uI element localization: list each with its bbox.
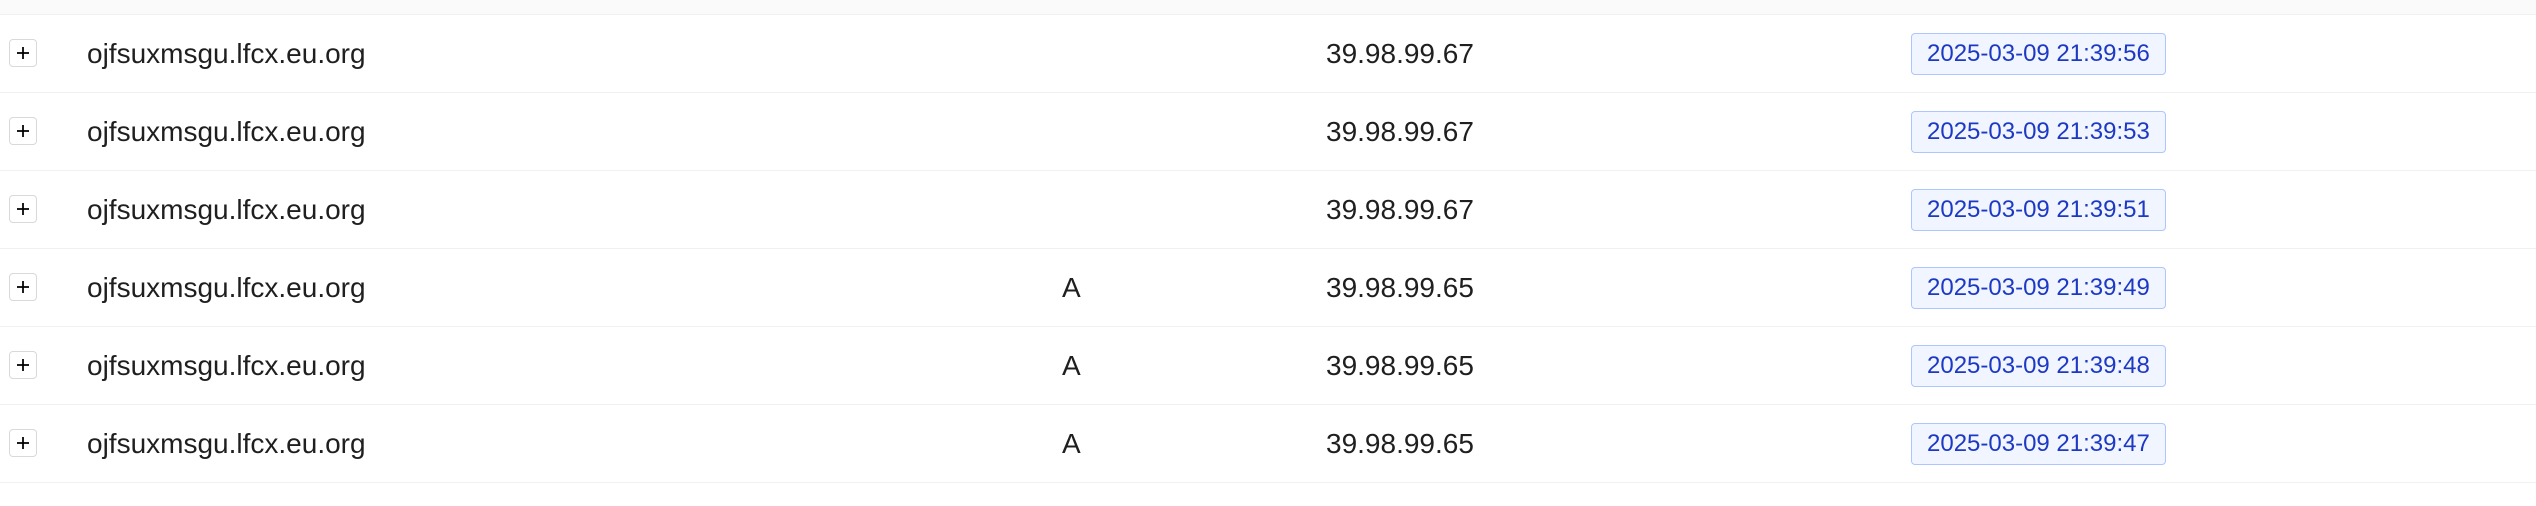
row-expand-button[interactable] [9, 117, 37, 145]
ip-address-cell: 39.98.99.65 [1326, 428, 1474, 459]
domain-cell: ojfsuxmsgu.lfcx.eu.org [87, 350, 366, 381]
ip-address-cell: 39.98.99.67 [1326, 38, 1474, 69]
table-header-strip [0, 0, 2536, 15]
timestamp-tag: 2025-03-09 21:39:48 [1911, 345, 2166, 387]
table-row: ojfsuxmsgu.lfcx.eu.org 39.98.99.67 2025-… [0, 171, 2536, 249]
timestamp-tag: 2025-03-09 21:39:53 [1911, 111, 2166, 153]
dns-log-table: ojfsuxmsgu.lfcx.eu.org 39.98.99.67 2025-… [0, 0, 2536, 506]
timestamp-tag: 2025-03-09 21:39:49 [1911, 267, 2166, 309]
record-type-cell: A [1062, 350, 1081, 381]
ip-address-cell: 39.98.99.67 [1326, 116, 1474, 147]
domain-cell: ojfsuxmsgu.lfcx.eu.org [87, 116, 366, 147]
timestamp-tag: 2025-03-09 21:39:47 [1911, 423, 2166, 465]
plus-icon [17, 203, 29, 215]
table-body: ojfsuxmsgu.lfcx.eu.org 39.98.99.67 2025-… [0, 15, 2536, 483]
table-row: ojfsuxmsgu.lfcx.eu.org 39.98.99.67 2025-… [0, 15, 2536, 93]
table-row: ojfsuxmsgu.lfcx.eu.org A 39.98.99.65 202… [0, 327, 2536, 405]
domain-cell: ojfsuxmsgu.lfcx.eu.org [87, 38, 366, 69]
table-row: ojfsuxmsgu.lfcx.eu.org A 39.98.99.65 202… [0, 249, 2536, 327]
record-type-cell: A [1062, 428, 1081, 459]
plus-icon [17, 47, 29, 59]
row-expand-button[interactable] [9, 429, 37, 457]
ip-address-cell: 39.98.99.65 [1326, 350, 1474, 381]
table-row: ojfsuxmsgu.lfcx.eu.org 39.98.99.67 2025-… [0, 93, 2536, 171]
domain-cell: ojfsuxmsgu.lfcx.eu.org [87, 428, 366, 459]
ip-address-cell: 39.98.99.67 [1326, 194, 1474, 225]
record-type-cell: A [1062, 272, 1081, 303]
plus-icon [17, 281, 29, 293]
ip-address-cell: 39.98.99.65 [1326, 272, 1474, 303]
plus-icon [17, 437, 29, 449]
row-expand-button[interactable] [9, 39, 37, 67]
plus-icon [17, 359, 29, 371]
domain-cell: ojfsuxmsgu.lfcx.eu.org [87, 194, 366, 225]
row-expand-button[interactable] [9, 195, 37, 223]
table-row: ojfsuxmsgu.lfcx.eu.org A 39.98.99.65 202… [0, 405, 2536, 483]
timestamp-tag: 2025-03-09 21:39:51 [1911, 189, 2166, 231]
row-expand-button[interactable] [9, 351, 37, 379]
timestamp-tag: 2025-03-09 21:39:56 [1911, 33, 2166, 75]
row-expand-button[interactable] [9, 273, 37, 301]
domain-cell: ojfsuxmsgu.lfcx.eu.org [87, 272, 366, 303]
plus-icon [17, 125, 29, 137]
